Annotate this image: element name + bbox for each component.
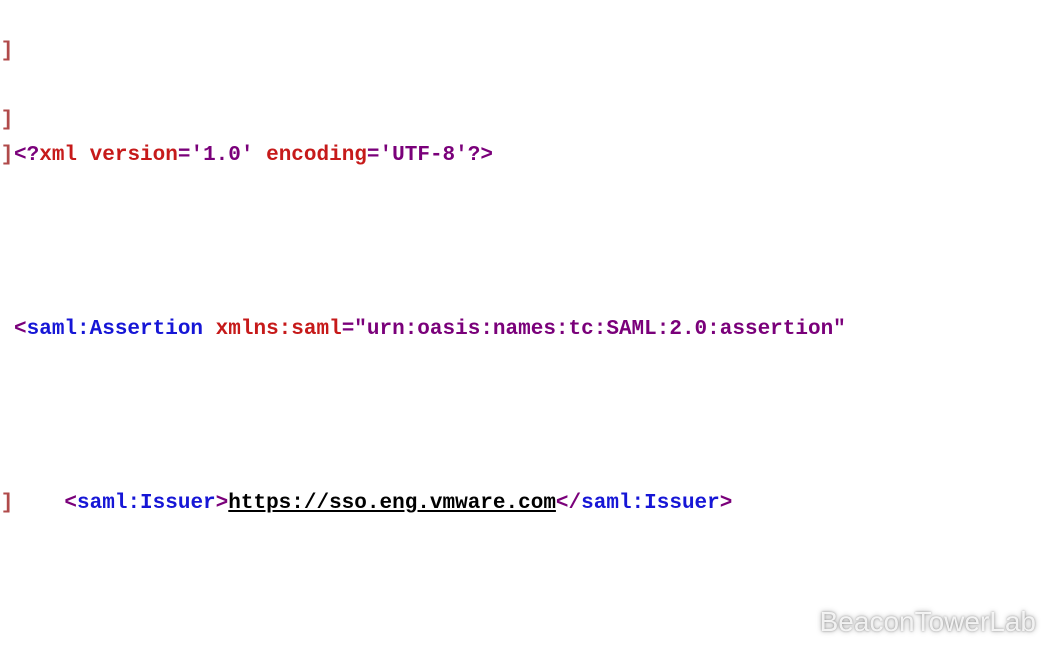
fold-marker[interactable]: ] <box>0 35 14 70</box>
fold-gutter: ] ] ] ] <box>0 0 14 662</box>
fold-marker[interactable]: ] <box>0 487 14 522</box>
xml-editor: ] ] ] ] <?xml version='1.0' encoding='UT… <box>0 0 1054 662</box>
code-line: <saml:Assertion xmlns:saml="urn:oasis:na… <box>14 313 1054 348</box>
fold-marker[interactable]: ] <box>0 104 14 139</box>
fold-marker[interactable]: ] <box>0 139 14 174</box>
code-line: <?xml version='1.0' encoding='UTF-8'?> <box>14 139 1054 174</box>
code-area[interactable]: <?xml version='1.0' encoding='UTF-8'?> <… <box>14 0 1054 662</box>
code-line: <saml:Issuer>https://sso.eng.vmware.com<… <box>14 487 1054 522</box>
